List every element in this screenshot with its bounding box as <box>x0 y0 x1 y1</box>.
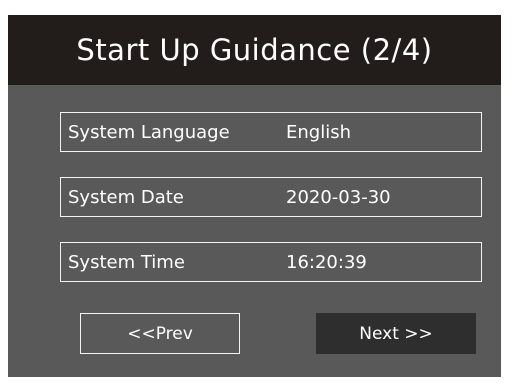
system-language-field[interactable]: System Language English <box>60 112 482 152</box>
system-time-label: System Time <box>68 251 185 273</box>
system-language-label: System Language <box>68 121 230 143</box>
page-title: Start Up Guidance (2/4) <box>76 33 433 67</box>
system-language-value[interactable]: English <box>286 122 481 143</box>
prev-button[interactable]: <<Prev <box>80 313 240 354</box>
startup-guidance-dialog: Start Up Guidance (2/4) System Language … <box>8 15 501 377</box>
next-button[interactable]: Next >> <box>316 313 476 354</box>
system-date-field[interactable]: System Date 2020-03-30 <box>60 177 482 217</box>
system-time-value[interactable]: 16:20:39 <box>286 252 481 273</box>
system-date-value[interactable]: 2020-03-30 <box>286 187 481 208</box>
dialog-header: Start Up Guidance (2/4) <box>8 15 501 85</box>
system-date-label: System Date <box>68 186 184 208</box>
system-time-field[interactable]: System Time 16:20:39 <box>60 242 482 282</box>
